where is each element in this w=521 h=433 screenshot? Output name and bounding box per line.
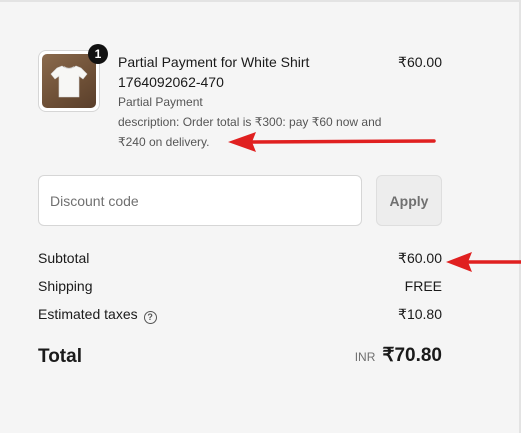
total-label: Total bbox=[38, 346, 82, 367]
top-divider bbox=[0, 0, 521, 2]
taxes-value: ₹10.80 bbox=[398, 306, 442, 322]
total-row: Total INR ₹70.80 bbox=[38, 343, 442, 371]
apply-discount-button[interactable]: Apply bbox=[376, 175, 442, 226]
shipping-label: Shipping bbox=[38, 278, 93, 294]
annotation-arrow-description bbox=[228, 132, 436, 152]
total-currency: INR bbox=[354, 350, 376, 364]
subtotal-value: ₹60.00 bbox=[398, 250, 442, 266]
question-circle-icon[interactable]: ? bbox=[143, 310, 157, 324]
taxes-label: Estimated taxes bbox=[38, 306, 138, 322]
quantity-badge: 1 bbox=[88, 44, 108, 64]
product-price: ₹60.00 bbox=[398, 54, 442, 70]
total-value: ₹70.80 bbox=[382, 345, 442, 366]
subtotal-label: Subtotal bbox=[38, 250, 90, 266]
tshirt-icon bbox=[50, 65, 88, 98]
discount-code-input[interactable] bbox=[38, 175, 362, 226]
product-title: Partial Payment for White Shirt bbox=[118, 54, 310, 70]
shipping-value: FREE bbox=[404, 278, 442, 294]
subtotal-row: Subtotal ₹60.00 bbox=[38, 248, 442, 268]
product-sku: 1764092062-470 bbox=[118, 74, 224, 90]
annotation-arrow-subtotal bbox=[446, 252, 521, 272]
product-variant: Partial Payment bbox=[118, 95, 203, 109]
shipping-row: Shipping FREE bbox=[38, 276, 442, 296]
taxes-row: Estimated taxes? ₹10.80 bbox=[38, 304, 442, 324]
